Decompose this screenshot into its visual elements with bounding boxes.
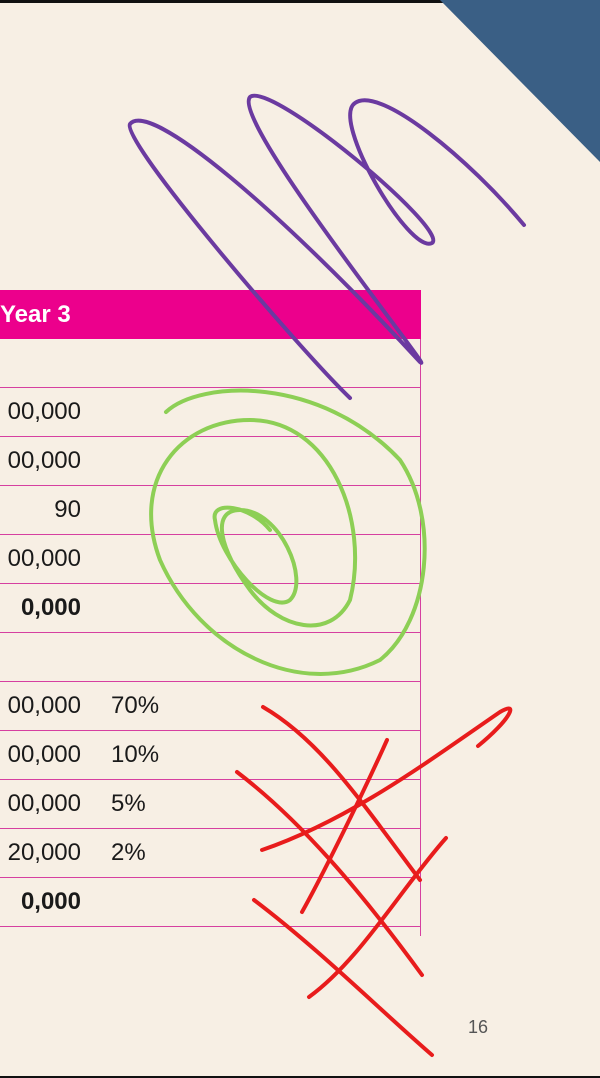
corner-triangle xyxy=(440,0,600,162)
slide-page: Year 3 00,000 00,000 90 00,000 0,000 00,000 70… xyxy=(0,0,600,1078)
row-value: 20,000 xyxy=(7,839,81,866)
table-row: 20,000 2% xyxy=(0,829,421,878)
row-percent: 70% xyxy=(111,692,160,719)
table-row xyxy=(0,339,421,388)
total-value: 0,000 xyxy=(20,594,81,621)
row-percent: 5% xyxy=(111,790,146,817)
table-body: 00,000 00,000 90 00,000 0,000 00,000 70% 00,000… xyxy=(0,339,421,927)
table-row: 90 xyxy=(0,486,421,535)
table-row: 00,000 xyxy=(0,535,421,584)
row-value: 00,000 xyxy=(7,398,81,425)
row-percent: 10% xyxy=(111,741,160,768)
row-value: 90 xyxy=(54,496,81,523)
table-right-border xyxy=(420,339,421,936)
row-value: 00,000 xyxy=(7,741,81,768)
row-value: 00,000 xyxy=(7,447,81,474)
table-row: 00,000 xyxy=(0,437,421,486)
financial-table: Year 3 00,000 00,000 90 00,000 0,000 00,000 70… xyxy=(0,290,421,936)
table-row: 00,000 70% xyxy=(0,682,421,731)
total-value: 0,000 xyxy=(20,888,81,915)
table-row: 0,000 xyxy=(0,878,421,927)
table-row: 00,000 5% xyxy=(0,780,421,829)
table-row: 0,000 xyxy=(0,584,421,633)
table-row: 00,000 xyxy=(0,388,421,437)
table-row xyxy=(0,633,421,682)
row-percent: 2% xyxy=(111,839,146,866)
page-number: 16 xyxy=(468,1017,489,1037)
row-value: 00,000 xyxy=(7,790,81,817)
table-row: 00,000 10% xyxy=(0,731,421,780)
row-value: 00,000 xyxy=(7,692,81,719)
row-value: 00,000 xyxy=(7,545,81,572)
year-3-header: Year 3 xyxy=(0,300,71,328)
table-header: Year 3 xyxy=(0,290,421,339)
